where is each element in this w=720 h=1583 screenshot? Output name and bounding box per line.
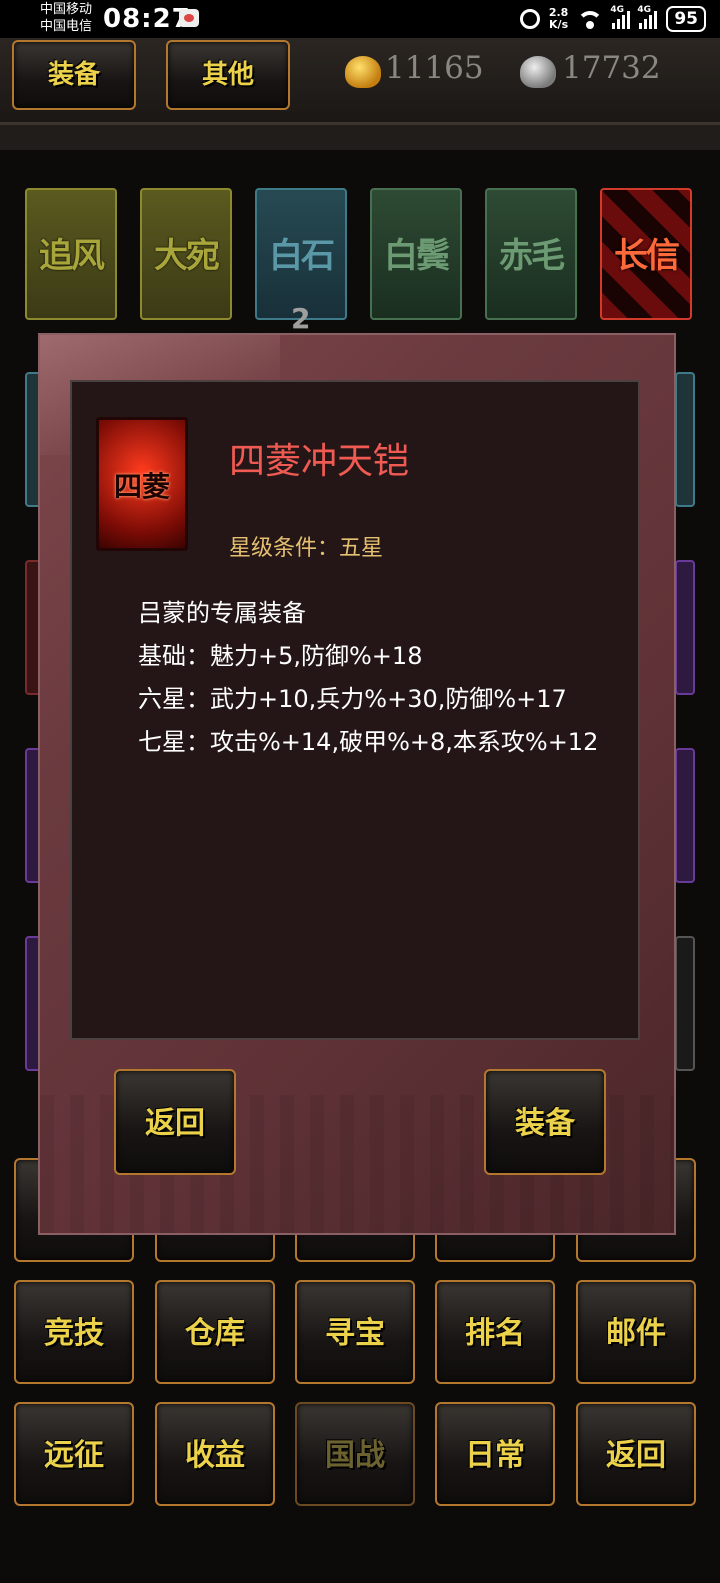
gold-amount: 11165 [385,50,484,86]
horse-card-zhuifeng[interactable]: 追风 [25,188,117,320]
six-star-stats-line: 六星：武力+10,兵力%+30,防御%+17 [138,685,567,713]
alarm-icon [519,9,540,29]
equipment-info-panel: 四菱 四菱冲天铠 星级条件：五星 吕蒙的专属装备 基础：魅力+5,防御%+18 … [70,380,640,1040]
battery-indicator: 95 [666,6,706,32]
item-name: 四菱冲天铠 [229,441,410,482]
bg-card-fragment [675,560,695,695]
star-requirement: 星级条件：五星 [229,536,384,561]
horse-card-baishi[interactable]: 白石 [255,188,347,320]
clock: 08:27 [103,4,191,34]
signal-1-label: 4G [610,5,624,15]
modal-back-button[interactable]: 返回 [114,1069,236,1175]
status-bar: 中国移动 中国电信 08:27 2.8 K/s 4G 4G 95 [0,0,720,38]
menu-button-warehouse[interactable]: 仓库 [155,1280,275,1384]
divider-band [0,125,720,150]
item-count-badge: 2 [291,302,311,335]
armor-item-icon: 四菱 [96,417,188,551]
menu-button-treasure-hunt[interactable]: 寻宝 [295,1280,415,1384]
gold-ingot-icon [345,56,381,88]
menu-button-daily[interactable]: 日常 [435,1402,555,1506]
carrier-2: 中国电信 [40,19,93,34]
menu-button-ranking[interactable]: 排名 [435,1280,555,1384]
menu-button-expedition[interactable]: 远征 [14,1402,134,1506]
bg-card-fragment [675,372,695,507]
modal-equip-button[interactable]: 装备 [484,1069,606,1175]
horse-card-dawan[interactable]: 大宛 [140,188,232,320]
notification-app-icon [179,9,199,27]
menu-button-income[interactable]: 收益 [155,1402,275,1506]
item-description: 吕蒙的专属装备 基础：魅力+5,防御%+18 六星：武力+10,兵力%+30,防… [138,592,598,764]
carrier-1: 中国移动 [40,2,93,17]
signal-2-label: 4G [637,5,651,15]
silver-ingot-icon [520,56,556,88]
signal-icon-2: 4G [637,5,658,29]
tab-equipment[interactable]: 装备 [12,40,136,110]
owner-line: 吕蒙的专属装备 [138,599,306,627]
menu-button-mail[interactable]: 邮件 [576,1280,696,1384]
menu-button-back[interactable]: 返回 [576,1402,696,1506]
bg-card-fragment [675,748,695,883]
base-stats-line: 基础：魅力+5,防御%+18 [138,642,423,670]
status-indicators: 2.8 K/s 4G 4G 95 [519,5,706,33]
signal-icon-1: 4G [610,5,631,29]
horse-card-baibin[interactable]: 白鬓 [370,188,462,320]
menu-button-national-war[interactable]: 国战 [295,1402,415,1506]
horse-card-chimao[interactable]: 赤毛 [485,188,577,320]
tab-other[interactable]: 其他 [166,40,290,110]
net-speed: 2.8 K/s [549,7,569,31]
bg-card-fragment [675,936,695,1071]
carrier-info: 中国移动 中国电信 [40,1,92,35]
silver-amount: 17732 [562,50,661,86]
seven-star-stats-line: 七星：攻击%+14,破甲%+8,本系攻%+12 [138,728,599,756]
equipment-detail-modal: 四菱 四菱冲天铠 星级条件：五星 吕蒙的专属装备 基础：魅力+5,防御%+18 … [38,333,676,1235]
horse-card-changxin[interactable]: 长信 [600,188,692,320]
net-speed-unit: K/s [549,18,569,31]
wifi-icon [577,9,604,29]
menu-button-arena[interactable]: 竞技 [14,1280,134,1384]
